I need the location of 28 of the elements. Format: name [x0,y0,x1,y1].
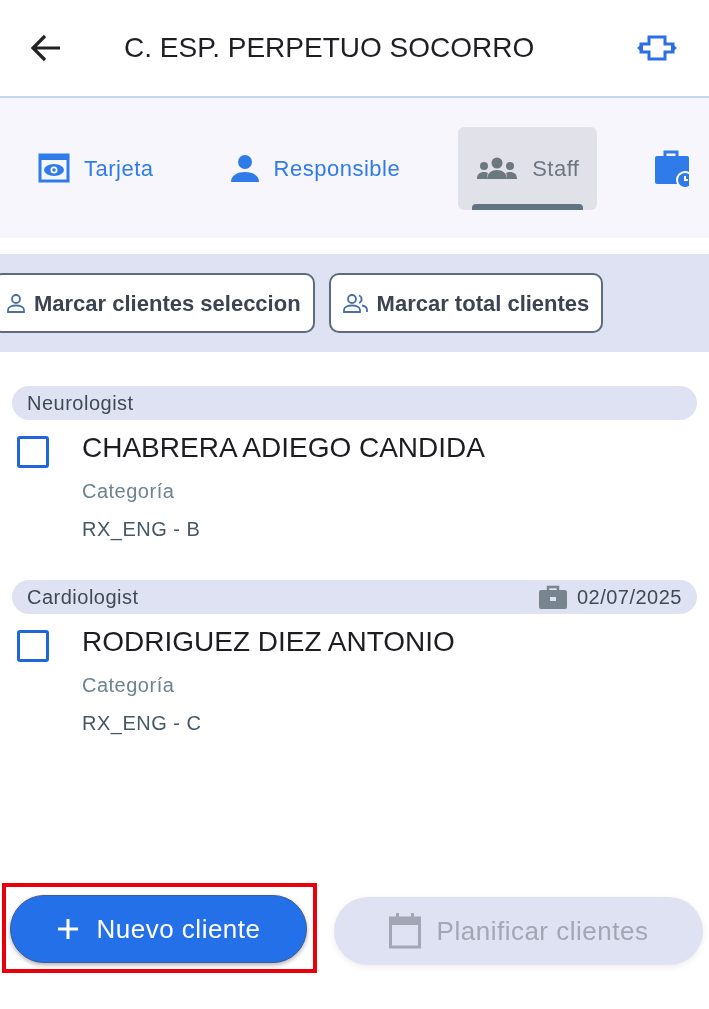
filter-button[interactable]: Marcar total clientes [328,273,604,333]
tab[interactable]: Responsible [211,126,419,210]
calendar-icon [388,913,421,949]
tab[interactable]: Staff [458,126,598,210]
page-title: C. ESP. PERPETUO SOCORRO [124,31,535,65]
group-label: Neurologist [27,391,134,416]
briefcase-icon [538,585,567,609]
tab[interactable]: Tarjeta [20,126,172,210]
field-label: Categoría [82,673,176,698]
client-name: CHABRERA ADIEGO CANDIDA [82,431,485,465]
filter-button[interactable]: Marcar clientes seleccion [0,273,315,333]
checkbox[interactable] [17,630,49,662]
group-icon [476,156,519,180]
group-label: Cardiologist [27,585,139,610]
field-value: RX_ENG - C [82,711,203,737]
client-name: RODRIGUEZ DIEZ ANTONIO [82,625,455,659]
person-outline-icon [6,293,26,313]
field-label: Categoría [82,479,176,504]
person-icon [229,153,260,183]
eye-card-icon [38,153,70,183]
back-arrow-icon[interactable] [30,34,62,62]
plus-icon [56,917,81,941]
people-outline-icon [342,293,369,313]
date-label: 02/07/2025 [576,585,682,610]
checkbox[interactable] [17,436,49,468]
briefcase-clock-icon [655,148,690,188]
action-button[interactable]: Nuevo cliente [10,895,307,963]
field-value: RX_ENG - B [82,517,202,543]
